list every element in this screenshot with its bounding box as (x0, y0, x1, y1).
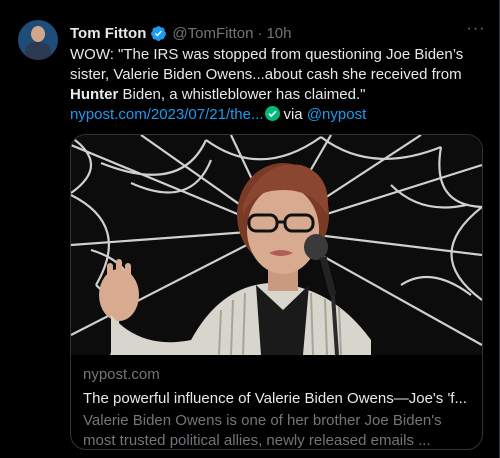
tweet-header: Tom Fitton @TomFitton · 10h (70, 23, 292, 43)
via-handle-link[interactable]: @nypost (307, 106, 366, 123)
tweet-text-line1: WOW: "The IRS was stopped from questioni… (70, 46, 464, 63)
avatar-head (31, 26, 45, 42)
tweet-text-line3-rest: Biden, a whistleblower has claimed." (118, 86, 366, 103)
tweet-text-line2: sister, Valerie Biden Owens...about cash… (70, 66, 462, 83)
check-circle-icon (265, 106, 281, 121)
link-preview-card[interactable]: nypost.com The powerful influence of Val… (70, 134, 483, 450)
separator-dot: · (257, 24, 263, 42)
card-domain: nypost.com (83, 366, 160, 383)
card-description-line2: most trusted political allies, newly rel… (83, 432, 431, 449)
tweet[interactable]: Tom Fitton @TomFitton · 10h ··· WOW: "Th… (0, 0, 500, 458)
tweet-link-line: nypost.com/2023/07/21/the... via @nypost (70, 105, 482, 125)
card-meta: nypost.com The powerful influence of Val… (83, 365, 473, 449)
timestamp[interactable]: 10h (266, 25, 291, 42)
more-options-icon[interactable]: ··· (466, 21, 486, 42)
author-name[interactable]: Tom Fitton (70, 25, 146, 42)
card-description: Valerie Biden Owens is one of her brothe… (83, 411, 473, 449)
avatar[interactable] (18, 20, 58, 60)
highlighted-word: Hunter (70, 86, 119, 103)
card-description-line1: Valerie Biden Owens is one of her brothe… (83, 412, 442, 429)
tweet-text-line3: Hunter Biden, a whistleblower has claime… (70, 85, 482, 105)
avatar-body (25, 42, 51, 60)
article-link[interactable]: nypost.com/2023/07/21/the... (70, 106, 263, 123)
verified-badge-icon (150, 25, 167, 42)
via-label: via (283, 106, 303, 123)
article-image[interactable] (71, 135, 482, 355)
tweet-text: WOW: "The IRS was stopped from questioni… (70, 45, 482, 125)
card-title[interactable]: The powerful influence of Valerie Biden … (83, 389, 473, 409)
author-handle[interactable]: @TomFitton (172, 25, 253, 42)
